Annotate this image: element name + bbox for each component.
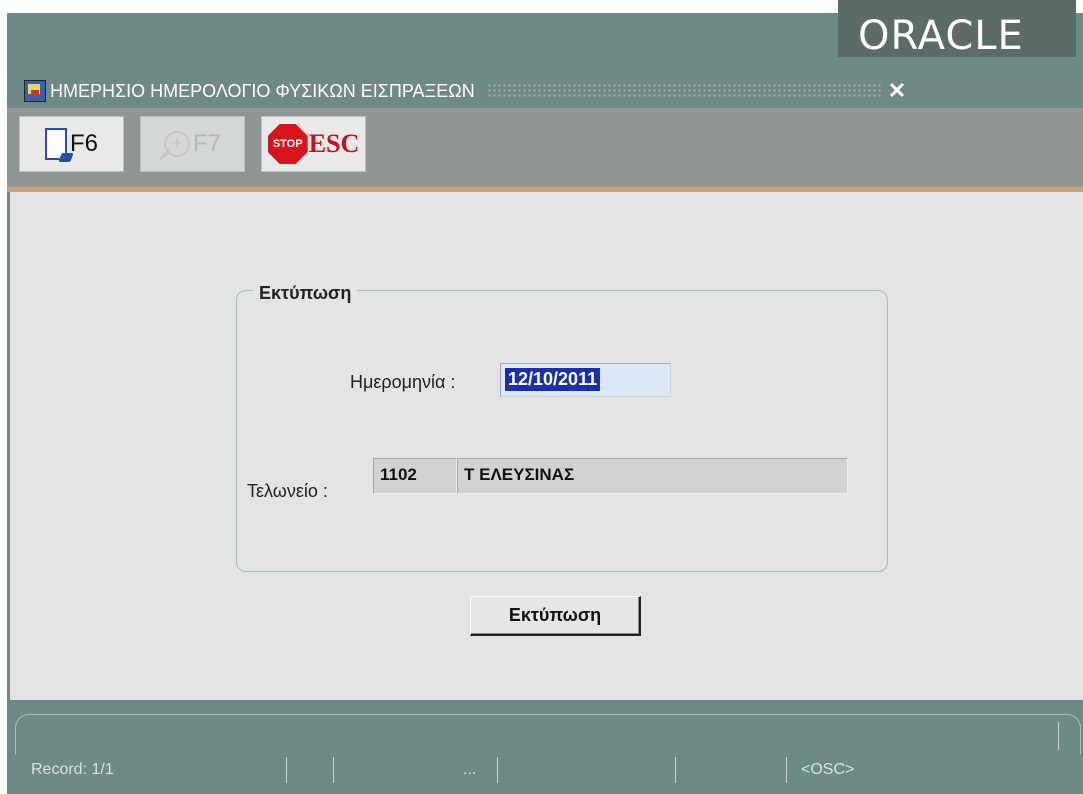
message-line bbox=[15, 714, 1081, 754]
f7-label: F7 bbox=[192, 130, 221, 157]
date-field[interactable]: 12/10/2011 bbox=[500, 363, 671, 397]
print-groupbox bbox=[236, 290, 888, 572]
titlebar-drag-pattern[interactable] bbox=[486, 83, 882, 99]
esc-label: ESC bbox=[308, 129, 360, 158]
form-app-icon bbox=[24, 80, 46, 102]
window-title: ΗΜΕΡΗΣΙΟ ΗΜΕΡΟΛΟΓΙΟ ΦΥΣΙΚΩΝ ΕΙΣΠΡΑΞΕΩΝ bbox=[50, 80, 475, 101]
exit-esc-button[interactable]: STOP ESC bbox=[261, 116, 366, 172]
close-icon[interactable]: ✕ bbox=[888, 80, 906, 102]
mode-indicator: <OSC> bbox=[801, 761, 855, 778]
list-of-values-indicator: ... bbox=[463, 761, 477, 778]
status-bar: Record: 1/1 ... <OSC> bbox=[15, 754, 1081, 786]
date-label: Ημερομηνία : bbox=[350, 372, 456, 392]
record-indicator: Record: 1/1 bbox=[31, 761, 114, 778]
customs-office-label: Τελωνείο : bbox=[247, 481, 328, 501]
status-divider bbox=[286, 757, 287, 783]
toolbar: F6 + F7 STOP ESC bbox=[7, 108, 1083, 192]
customs-office-name-field: Τ ΕΛΕΥΣΙΝΑΣ bbox=[457, 458, 848, 494]
customs-office-code-field: 1102 bbox=[373, 458, 457, 494]
stop-sign-icon: STOP bbox=[267, 124, 308, 164]
date-value: 12/10/2011 bbox=[505, 368, 601, 391]
groupbox-title: Εκτύπωση bbox=[253, 283, 358, 304]
status-divider bbox=[786, 757, 787, 783]
f6-label: F6 bbox=[69, 130, 98, 157]
zoom-in-icon: + bbox=[163, 131, 190, 157]
oracle-logo: ORACLE bbox=[858, 16, 1024, 56]
print-button[interactable]: Εκτύπωση bbox=[470, 596, 641, 636]
new-f6-button[interactable]: F6 bbox=[19, 116, 124, 172]
new-document-icon bbox=[44, 128, 67, 160]
window-titlebar: ΗΜΕΡΗΣΙΟ ΗΜΕΡΟΛΟΓΙΟ ΦΥΣΙΚΩΝ ΕΙΣΠΡΑΞΕΩΝ ✕ bbox=[7, 74, 1083, 108]
message-divider bbox=[1058, 722, 1059, 750]
status-divider bbox=[497, 757, 498, 783]
query-f7-button[interactable]: + F7 bbox=[140, 116, 245, 172]
status-divider bbox=[675, 757, 676, 783]
status-divider bbox=[333, 757, 334, 783]
